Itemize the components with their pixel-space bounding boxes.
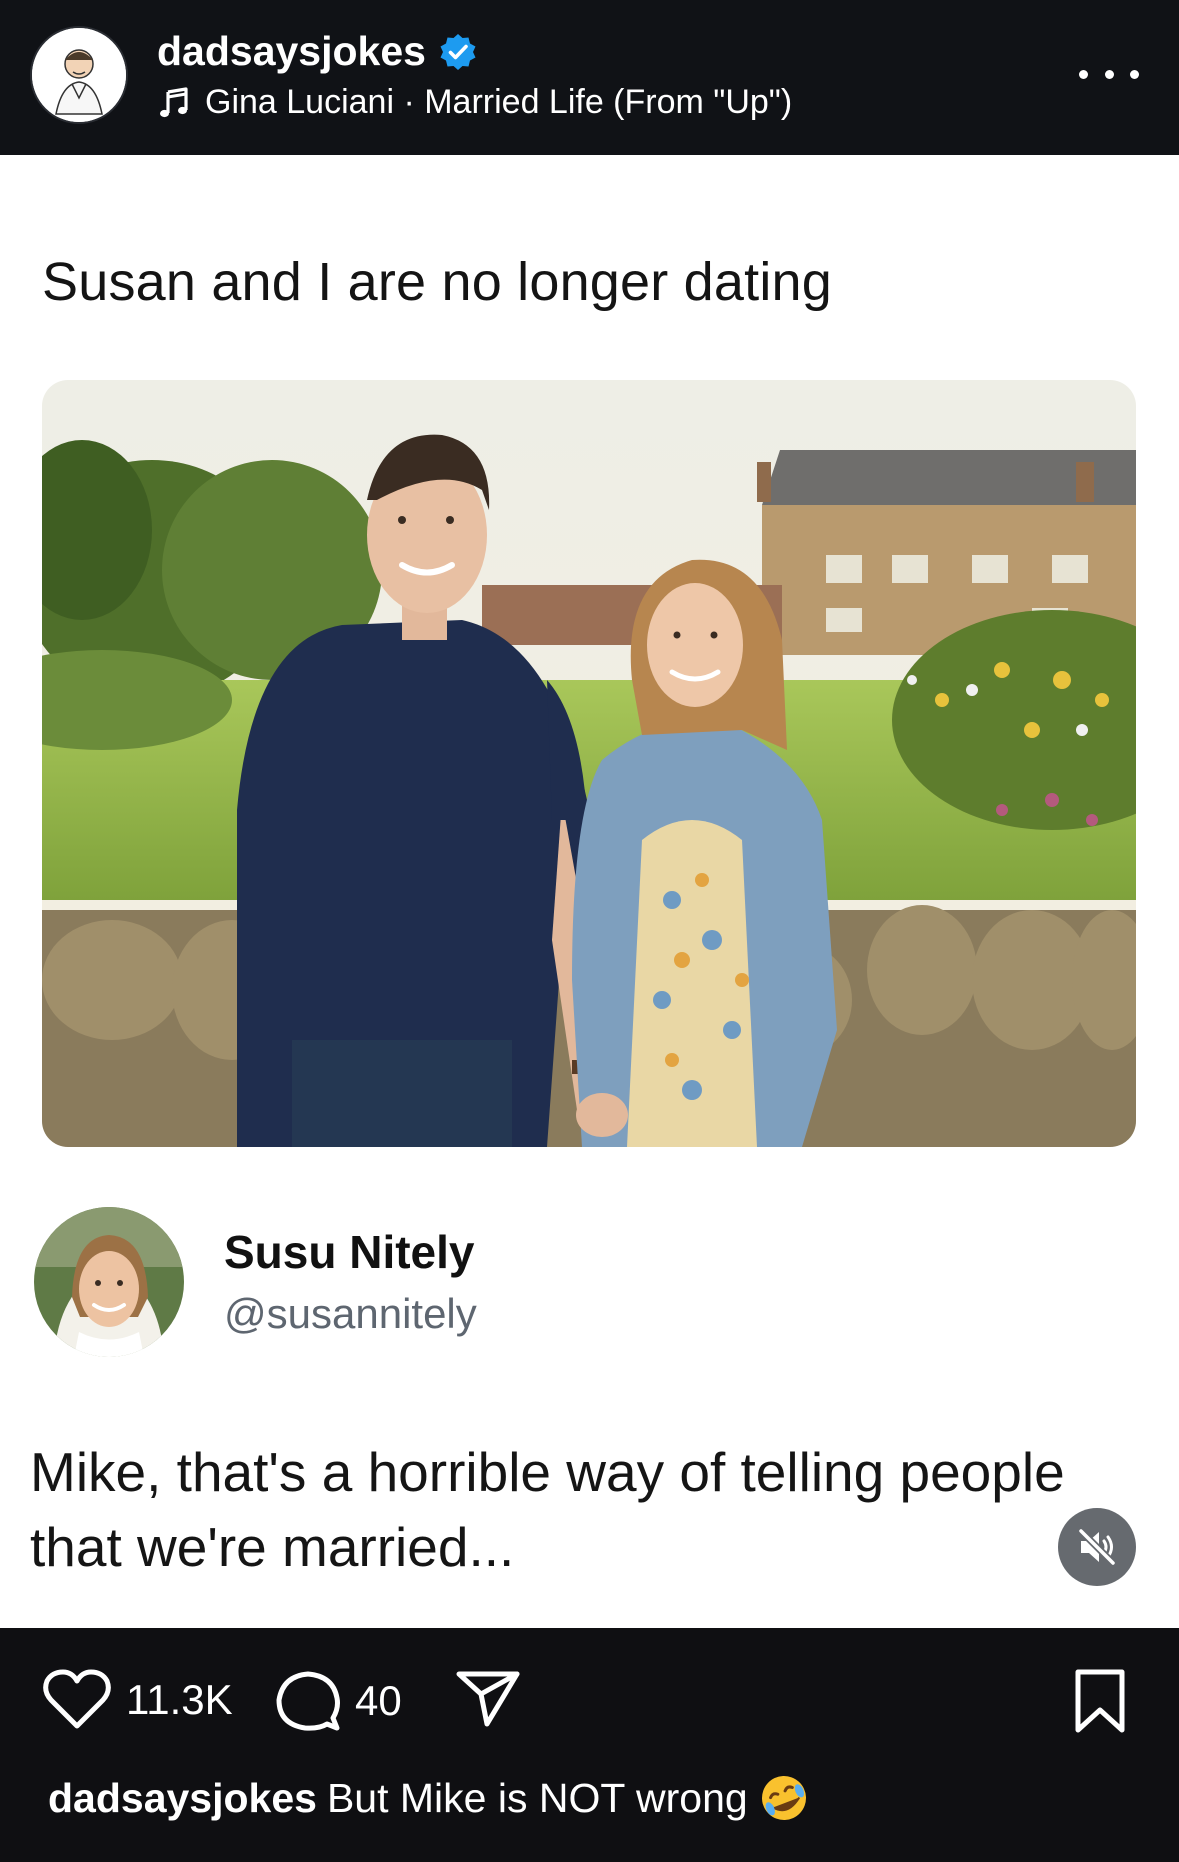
caption-username[interactable]: dadsaysjokes <box>48 1775 317 1822</box>
mute-icon <box>1077 1527 1117 1567</box>
share-button[interactable] <box>455 1668 521 1728</box>
music-icon <box>160 86 188 117</box>
comment-count[interactable]: 40 <box>355 1677 402 1725</box>
post-header: dadsaysjokes Gina Luciani · Married Life… <box>0 0 1179 155</box>
reply-author-name: Susu Nitely <box>224 1226 475 1278</box>
verified-icon <box>440 33 476 70</box>
heart-icon <box>43 1669 111 1729</box>
account-username[interactable]: dadsaysjokes <box>157 28 478 75</box>
like-button[interactable]: 11.3K <box>42 1668 233 1732</box>
account-avatar[interactable] <box>32 28 126 122</box>
save-button[interactable] <box>1070 1668 1130 1734</box>
caption-text: But Mike is NOT wrong <box>326 1774 748 1821</box>
reply-avatar-illustration <box>34 1207 184 1357</box>
more-options-icon[interactable] <box>1079 54 1139 94</box>
mute-button[interactable] <box>1058 1508 1136 1586</box>
share-icon <box>456 1671 520 1727</box>
comment-icon <box>276 1671 340 1731</box>
couple-photo <box>42 380 1136 1147</box>
couple-photo-illustration <box>42 380 1136 1147</box>
post-media[interactable]: Susan and I are no longer dating Susu Ni… <box>0 155 1179 1628</box>
reply-avatar[interactable] <box>34 1207 184 1357</box>
bookmark-icon <box>1075 1669 1125 1733</box>
reply-author-handle: @susannitely <box>224 1290 477 1337</box>
like-count[interactable]: 11.3K <box>126 1676 233 1724</box>
post-caption: dadsaysjokes But Mike is NOT wrong <box>48 1772 810 1824</box>
avatar-illustration-icon <box>32 28 126 122</box>
action-bar: 11.3K 40 dadsaysjokes But Mike is NOT wr… <box>0 1628 1179 1862</box>
username-text[interactable]: dadsaysjokes <box>157 28 426 75</box>
comment-button[interactable]: 40 <box>275 1668 402 1734</box>
post-headline: Susan and I are no longer dating <box>42 252 832 312</box>
rofl-emoji-icon <box>761 1776 806 1820</box>
reply-text: Mike, that's a horrible way of telling p… <box>30 1441 1065 1578</box>
music-attribution[interactable]: Gina Luciani · Married Life (From "Up") <box>157 83 792 122</box>
music-text: Gina Luciani · Married Life (From "Up") <box>205 83 793 121</box>
